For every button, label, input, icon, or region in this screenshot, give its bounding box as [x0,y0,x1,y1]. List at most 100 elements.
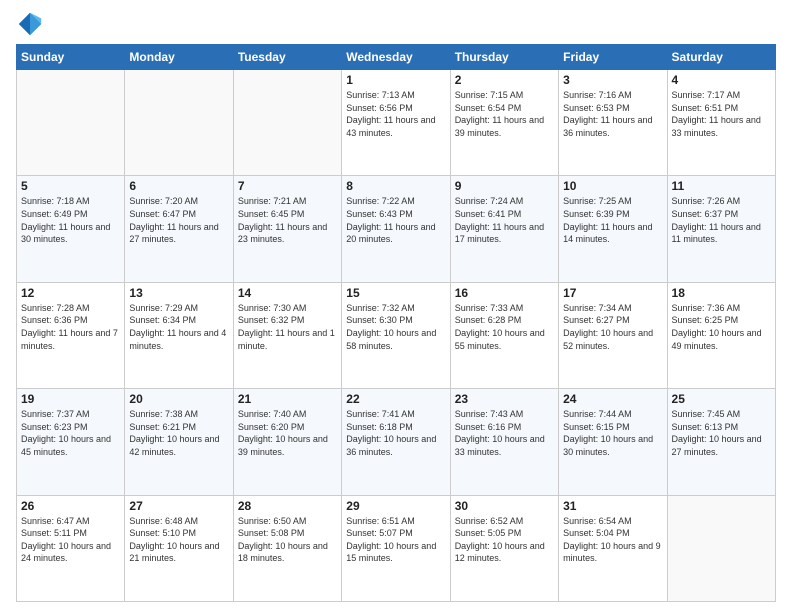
day-cell: 8 Sunrise: 7:22 AM Sunset: 6:43 PM Daylig… [342,176,450,282]
calendar-table: SundayMondayTuesdayWednesdayThursdayFrid… [16,44,776,602]
day-cell: 15 Sunrise: 7:32 AM Sunset: 6:30 PM Dayli… [342,282,450,388]
day-number: 6 [129,179,228,193]
day-info: Sunrise: 7:15 AM Sunset: 6:54 PM Dayligh… [455,89,554,139]
day-number: 27 [129,499,228,513]
header-cell-tuesday: Tuesday [233,45,341,70]
day-info: Sunrise: 7:16 AM Sunset: 6:53 PM Dayligh… [563,89,662,139]
day-info: Sunrise: 7:26 AM Sunset: 6:37 PM Dayligh… [672,195,771,245]
day-number: 16 [455,286,554,300]
day-info: Sunrise: 7:43 AM Sunset: 6:16 PM Dayligh… [455,408,554,458]
day-cell: 4 Sunrise: 7:17 AM Sunset: 6:51 PM Daylig… [667,70,775,176]
day-number: 23 [455,392,554,406]
header-cell-sunday: Sunday [17,45,125,70]
day-cell [125,70,233,176]
header-cell-monday: Monday [125,45,233,70]
day-info: Sunrise: 7:33 AM Sunset: 6:28 PM Dayligh… [455,302,554,352]
day-info: Sunrise: 7:32 AM Sunset: 6:30 PM Dayligh… [346,302,445,352]
day-cell: 23 Sunrise: 7:43 AM Sunset: 6:16 PM Dayli… [450,389,558,495]
day-cell: 9 Sunrise: 7:24 AM Sunset: 6:41 PM Daylig… [450,176,558,282]
day-info: Sunrise: 7:21 AM Sunset: 6:45 PM Dayligh… [238,195,337,245]
day-cell: 11 Sunrise: 7:26 AM Sunset: 6:37 PM Dayli… [667,176,775,282]
day-info: Sunrise: 7:41 AM Sunset: 6:18 PM Dayligh… [346,408,445,458]
day-number: 19 [21,392,120,406]
day-info: Sunrise: 6:48 AM Sunset: 5:10 PM Dayligh… [129,515,228,565]
day-info: Sunrise: 6:50 AM Sunset: 5:08 PM Dayligh… [238,515,337,565]
day-info: Sunrise: 6:52 AM Sunset: 5:05 PM Dayligh… [455,515,554,565]
day-number: 25 [672,392,771,406]
day-number: 22 [346,392,445,406]
day-info: Sunrise: 7:34 AM Sunset: 6:27 PM Dayligh… [563,302,662,352]
day-info: Sunrise: 7:13 AM Sunset: 6:56 PM Dayligh… [346,89,445,139]
day-cell: 27 Sunrise: 6:48 AM Sunset: 5:10 PM Dayli… [125,495,233,601]
day-number: 14 [238,286,337,300]
day-cell: 2 Sunrise: 7:15 AM Sunset: 6:54 PM Daylig… [450,70,558,176]
week-row-0: 1 Sunrise: 7:13 AM Sunset: 6:56 PM Daylig… [17,70,776,176]
day-info: Sunrise: 7:45 AM Sunset: 6:13 PM Dayligh… [672,408,771,458]
header-cell-friday: Friday [559,45,667,70]
day-info: Sunrise: 7:17 AM Sunset: 6:51 PM Dayligh… [672,89,771,139]
day-info: Sunrise: 6:51 AM Sunset: 5:07 PM Dayligh… [346,515,445,565]
day-cell: 19Sunrise: 7:37 AM Sunset: 6:23 PM Dayli… [17,389,125,495]
day-cell: 16 Sunrise: 7:33 AM Sunset: 6:28 PM Dayli… [450,282,558,388]
day-cell: 24Sunrise: 7:44 AM Sunset: 6:15 PM Dayli… [559,389,667,495]
day-cell: 18 Sunrise: 7:36 AM Sunset: 6:25 PM Dayli… [667,282,775,388]
day-info: Sunrise: 7:38 AM Sunset: 6:21 PM Dayligh… [129,408,228,458]
day-number: 15 [346,286,445,300]
page: SundayMondayTuesdayWednesdayThursdayFrid… [0,0,792,612]
day-number: 12 [21,286,120,300]
day-number: 18 [672,286,771,300]
day-number: 26 [21,499,120,513]
day-info: Sunrise: 7:40 AM Sunset: 6:20 PM Dayligh… [238,408,337,458]
day-info: Sunrise: 7:30 AM Sunset: 6:32 PM Dayligh… [238,302,337,352]
day-cell: 1 Sunrise: 7:13 AM Sunset: 6:56 PM Daylig… [342,70,450,176]
day-number: 2 [455,73,554,87]
day-cell: 21 Sunrise: 7:40 AM Sunset: 6:20 PM Dayli… [233,389,341,495]
day-number: 7 [238,179,337,193]
day-cell [17,70,125,176]
day-cell: 5 Sunrise: 7:18 AM Sunset: 6:49 PM Daylig… [17,176,125,282]
day-info: Sunrise: 7:20 AM Sunset: 6:47 PM Dayligh… [129,195,228,245]
day-number: 8 [346,179,445,193]
day-number: 11 [672,179,771,193]
day-cell: 10 Sunrise: 7:25 AM Sunset: 6:39 PM Dayli… [559,176,667,282]
day-cell: 14 Sunrise: 7:30 AM Sunset: 6:32 PM Dayli… [233,282,341,388]
day-cell: 6 Sunrise: 7:20 AM Sunset: 6:47 PM Daylig… [125,176,233,282]
header [16,10,776,38]
day-cell: 22 Sunrise: 7:41 AM Sunset: 6:18 PM Dayli… [342,389,450,495]
week-row-2: 12 Sunrise: 7:28 AM Sunset: 6:36 PM Dayli… [17,282,776,388]
day-cell: 26 Sunrise: 6:47 AM Sunset: 5:11 PM Dayli… [17,495,125,601]
day-info: Sunrise: 7:22 AM Sunset: 6:43 PM Dayligh… [346,195,445,245]
day-number: 10 [563,179,662,193]
logo-icon [16,10,44,38]
day-number: 31 [563,499,662,513]
day-cell: 7 Sunrise: 7:21 AM Sunset: 6:45 PM Daylig… [233,176,341,282]
week-row-4: 26 Sunrise: 6:47 AM Sunset: 5:11 PM Dayli… [17,495,776,601]
day-number: 21 [238,392,337,406]
day-number: 1 [346,73,445,87]
day-cell: 28 Sunrise: 6:50 AM Sunset: 5:08 PM Dayli… [233,495,341,601]
day-cell: 29 Sunrise: 6:51 AM Sunset: 5:07 PM Dayli… [342,495,450,601]
day-number: 4 [672,73,771,87]
day-info: Sunrise: 7:44 AM Sunset: 6:15 PM Dayligh… [563,408,662,458]
day-info: Sunrise: 6:54 AM Sunset: 5:04 PM Dayligh… [563,515,662,565]
day-info: Sunrise: 7:18 AM Sunset: 6:49 PM Dayligh… [21,195,120,245]
header-cell-thursday: Thursday [450,45,558,70]
header-cell-saturday: Saturday [667,45,775,70]
day-info: Sunrise: 7:36 AM Sunset: 6:25 PM Dayligh… [672,302,771,352]
day-cell [233,70,341,176]
day-number: 9 [455,179,554,193]
day-number: 13 [129,286,228,300]
day-cell: 20Sunrise: 7:38 AM Sunset: 6:21 PM Dayli… [125,389,233,495]
day-cell: 3Sunrise: 7:16 AM Sunset: 6:53 PM Daylig… [559,70,667,176]
day-info: Sunrise: 7:24 AM Sunset: 6:41 PM Dayligh… [455,195,554,245]
day-number: 29 [346,499,445,513]
day-info: Sunrise: 7:28 AM Sunset: 6:36 PM Dayligh… [21,302,120,352]
day-info: Sunrise: 7:29 AM Sunset: 6:34 PM Dayligh… [129,302,228,352]
day-cell: 30Sunrise: 6:52 AM Sunset: 5:05 PM Dayli… [450,495,558,601]
logo [16,10,48,38]
day-info: Sunrise: 6:47 AM Sunset: 5:11 PM Dayligh… [21,515,120,565]
day-number: 28 [238,499,337,513]
day-info: Sunrise: 7:25 AM Sunset: 6:39 PM Dayligh… [563,195,662,245]
day-number: 5 [21,179,120,193]
header-row: SundayMondayTuesdayWednesdayThursdayFrid… [17,45,776,70]
